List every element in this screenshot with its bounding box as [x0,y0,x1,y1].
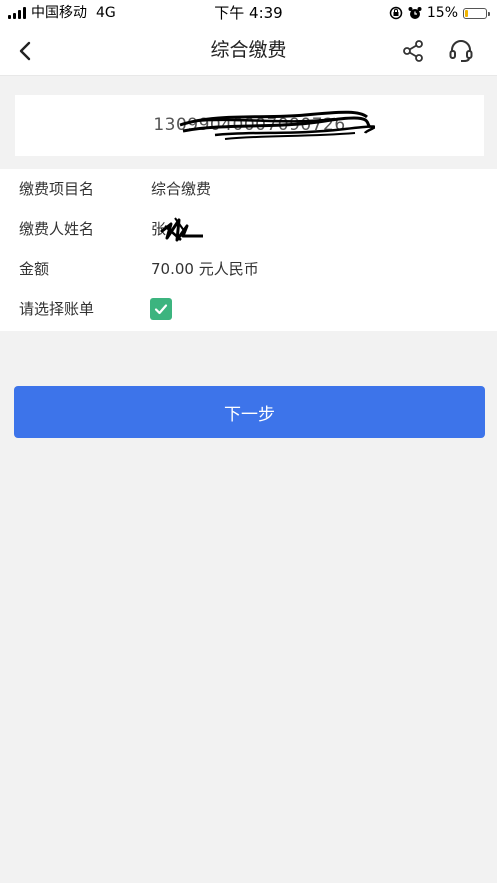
network-type: 4G [96,5,116,21]
select-bill-label: 请选择账单 [19,300,95,318]
rotation-lock-icon [389,6,403,20]
name-redaction-scribble [160,217,203,242]
battery-icon [463,7,490,19]
amount-value: 70.00 元人民币 [151,260,259,278]
redaction-scribble [179,110,375,140]
back-button[interactable] [10,36,40,66]
amount-label: 金额 [19,260,50,278]
chevron-left-icon [19,41,31,61]
payer-name-label: 缴费人姓名 [19,220,95,238]
select-bill-checkbox[interactable] [150,298,172,320]
item-name-label: 缴费项目名 [19,180,95,198]
share-button[interactable] [398,36,428,66]
item-name-value: 综合缴费 [151,180,212,198]
row-item-name: 缴费项目名 综合缴费 [0,169,497,209]
nav-bar: 综合缴费 [0,26,497,76]
share-icon [403,40,423,62]
signal-icon [8,7,26,19]
carrier-name: 中国移动 [31,5,87,21]
status-right: 15% [389,4,490,22]
row-amount: 金额 70.00 元人民币 [0,249,497,289]
row-payer-name: 缴费人姓名 张 [0,209,497,249]
row-select-bill: 请选择账单 [0,289,497,329]
check-icon [154,304,168,315]
payment-info-list: 缴费项目名 综合缴费 缴费人姓名 张 金额 70.00 元人民币 请选择账单 [0,169,497,331]
status-bar: 中国移动 4G 下午 4:39 15% [0,0,497,26]
headset-icon [449,40,473,62]
support-button[interactable] [445,36,477,66]
alarm-icon [408,7,422,19]
account-card: 13099040007090726 [15,95,484,156]
status-left: 中国移动 4G [8,4,116,22]
next-button[interactable]: 下一步 [14,386,485,438]
battery-percent: 15% [426,5,458,21]
